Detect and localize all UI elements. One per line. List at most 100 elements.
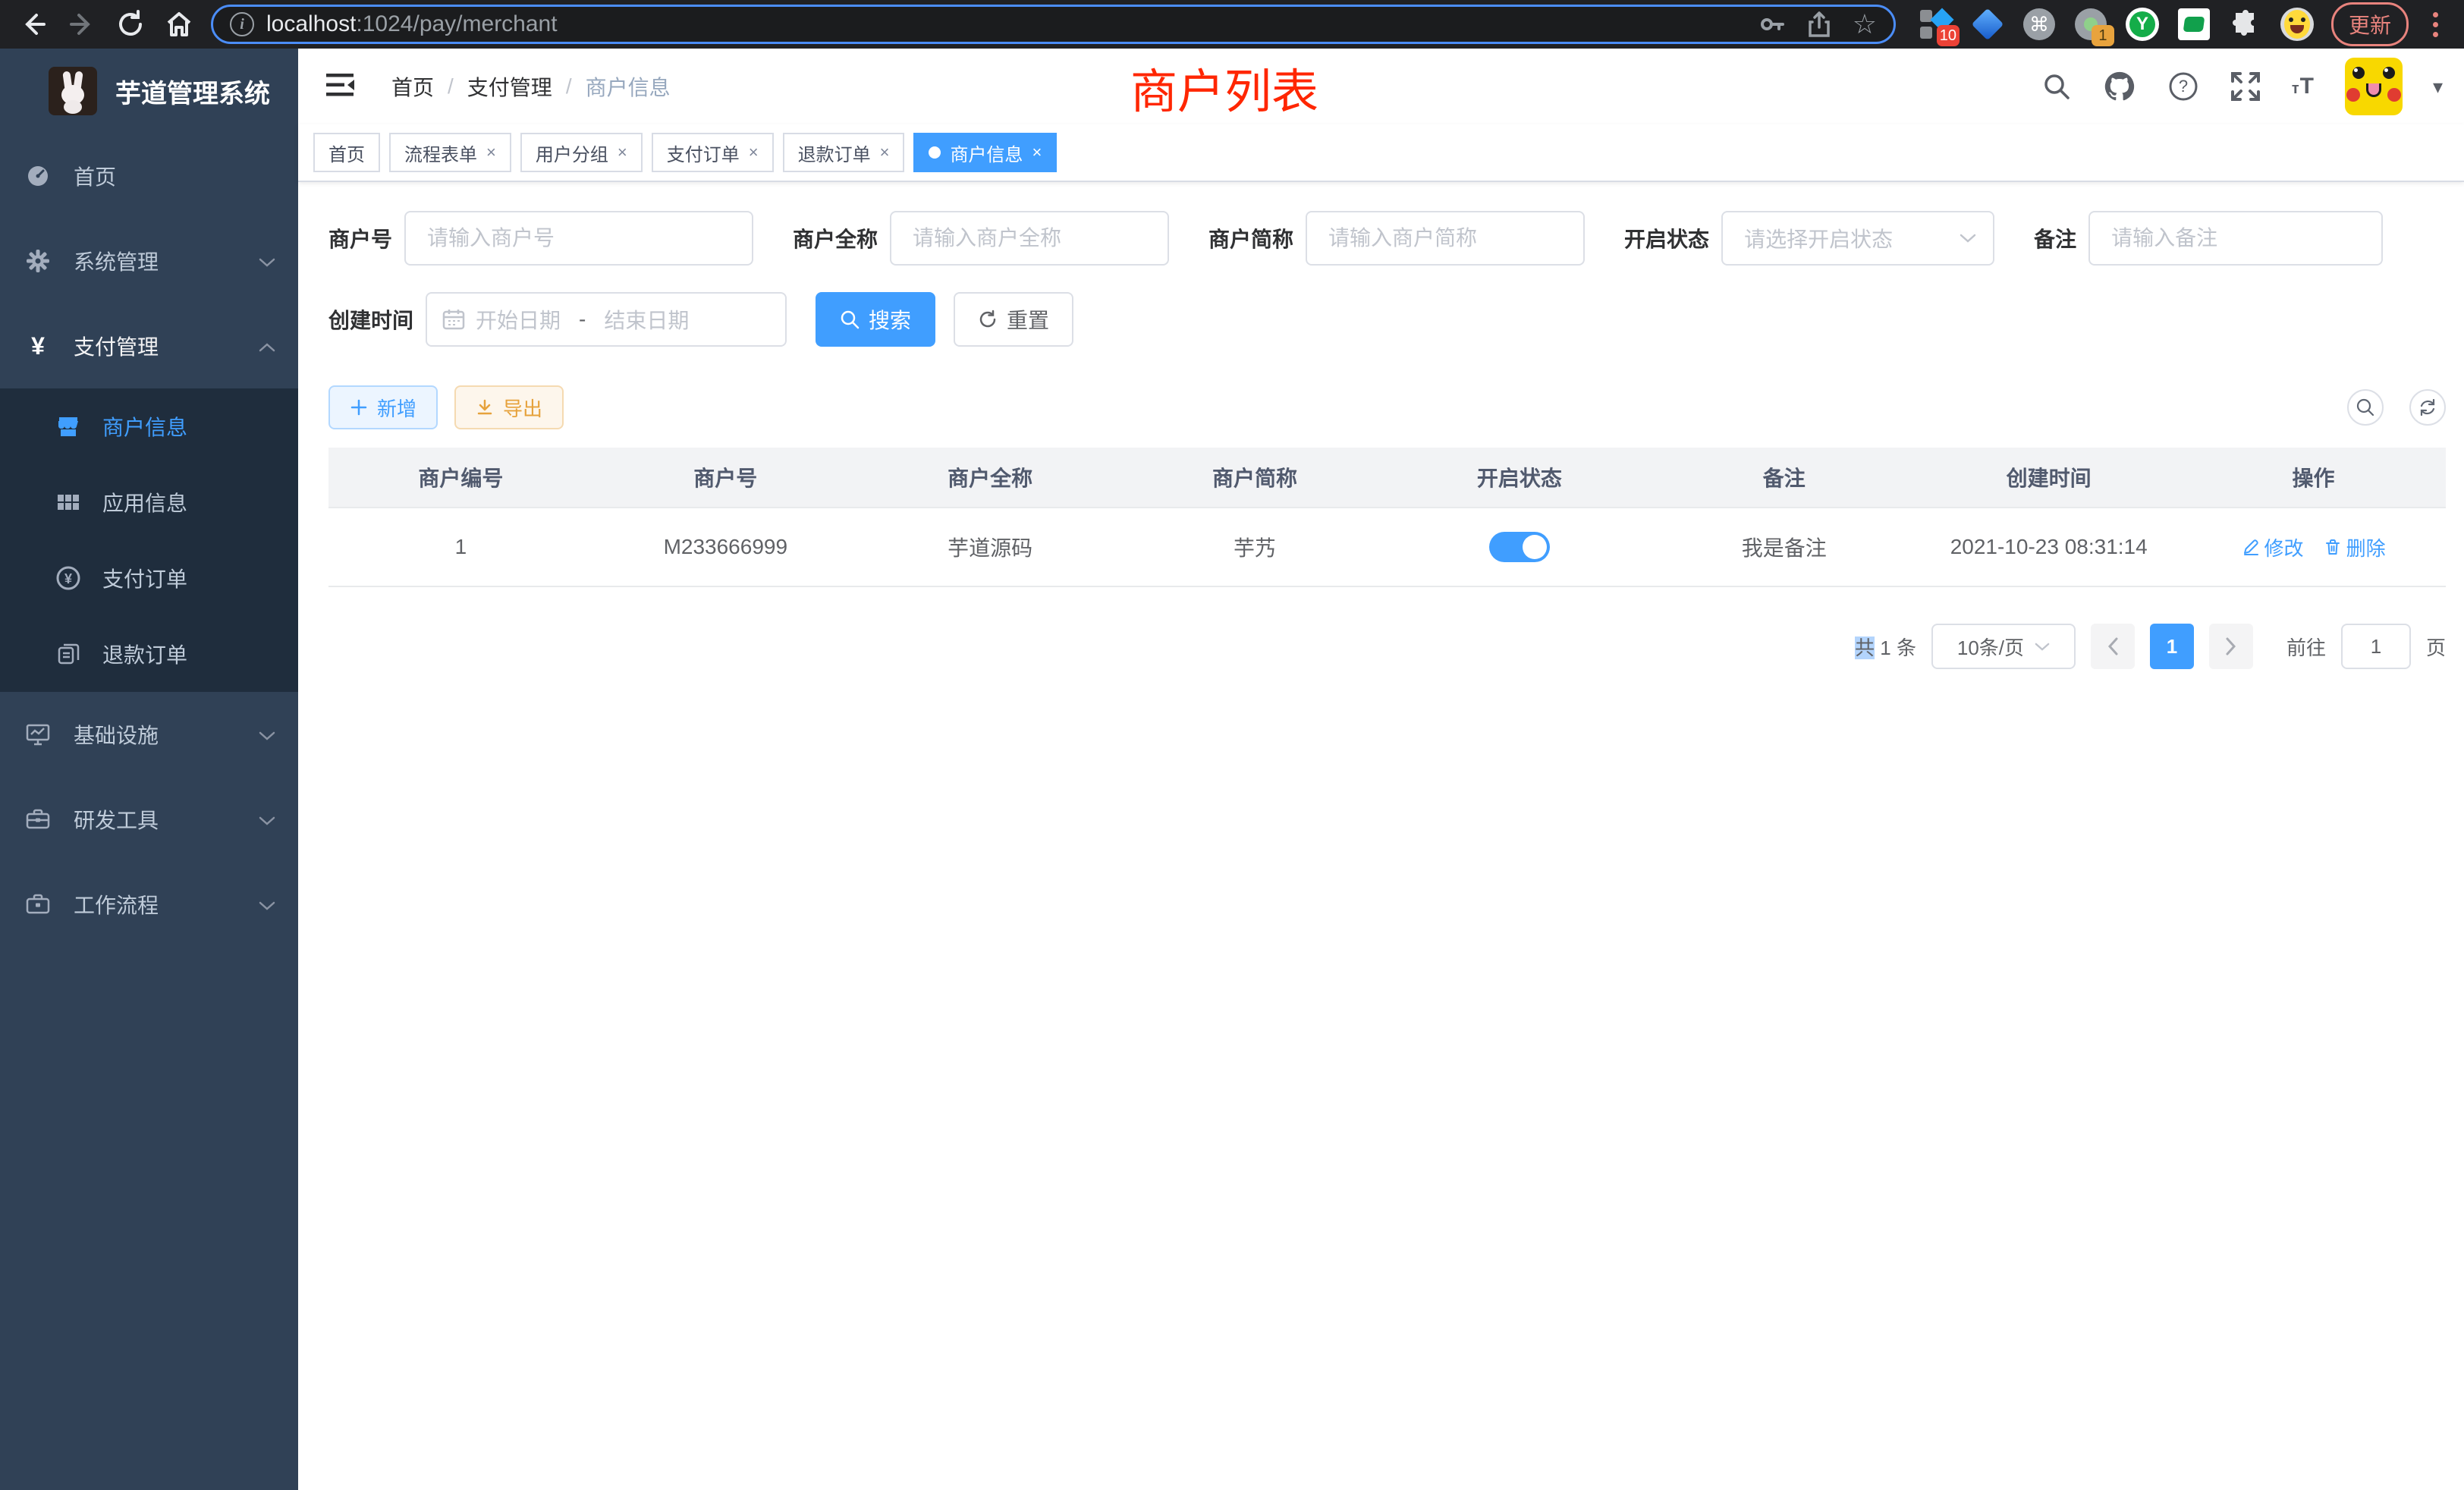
site-info-icon[interactable]: i xyxy=(230,12,254,36)
browser-update-button[interactable]: 更新 xyxy=(2331,2,2409,46)
pagination: 共 1 条 10条/页 1 前往 页 xyxy=(328,624,2446,669)
extension-chat-icon[interactable] xyxy=(2176,7,2211,42)
avatar-caret-icon[interactable]: ▾ xyxy=(2433,75,2443,99)
status-select[interactable]: 请选择开启状态 xyxy=(1721,211,1994,266)
sidebar: 芋道管理系统 首页 系统管理 ¥ 支付管理 xyxy=(0,49,298,1490)
edit-link[interactable]: 修改 xyxy=(2242,533,2304,561)
extension-blocks-icon[interactable]: 10 xyxy=(1919,7,1953,42)
refresh-icon xyxy=(978,310,998,329)
goto-label: 前往 xyxy=(2286,633,2326,661)
export-button[interactable]: 导出 xyxy=(454,385,564,429)
url-bar[interactable]: i localhost:1024/pay/merchant ☆ xyxy=(211,5,1896,44)
sidebar-item-label: 支付订单 xyxy=(102,563,187,593)
fullscreen-icon[interactable] xyxy=(2230,71,2261,102)
table-refresh-button[interactable] xyxy=(2409,389,2446,426)
tab-process-form[interactable]: 流程表单× xyxy=(389,133,511,172)
dashboard-icon xyxy=(25,164,51,188)
close-icon[interactable]: × xyxy=(618,143,627,162)
remark-label: 备注 xyxy=(2034,223,2076,253)
share-icon[interactable] xyxy=(1806,11,1833,38)
sidebar-item-payment[interactable]: ¥ 支付管理 xyxy=(0,303,298,388)
sidebar-collapse-button[interactable] xyxy=(325,72,355,102)
yen-icon: ¥ xyxy=(25,334,51,358)
chevron-down-icon xyxy=(259,249,275,273)
next-page-button[interactable] xyxy=(2209,624,2253,669)
sidebar-logo[interactable]: 芋道管理系统 xyxy=(0,49,298,134)
sidebar-item-workflow[interactable]: 工作流程 xyxy=(0,862,298,947)
extension-kite-icon[interactable] xyxy=(1970,7,2005,42)
short-name-input[interactable] xyxy=(1306,211,1585,266)
header-search-icon[interactable] xyxy=(2041,71,2072,102)
reset-button[interactable]: 重置 xyxy=(954,292,1073,347)
extensions-puzzle-icon[interactable] xyxy=(2228,7,2263,42)
url-host: localhost xyxy=(266,11,356,36)
sidebar-item-devtools[interactable]: 研发工具 xyxy=(0,777,298,862)
col-remark: 备注 xyxy=(1652,448,1916,507)
status-toggle[interactable] xyxy=(1489,532,1550,562)
bookmark-star-icon[interactable]: ☆ xyxy=(1853,11,1877,38)
reload-icon xyxy=(115,9,146,39)
browser-home-button[interactable] xyxy=(158,3,200,46)
col-merchant-id: 商户编号 xyxy=(328,448,593,507)
tab-merchant-info[interactable]: 商户信息× xyxy=(913,133,1057,172)
sidebar-item-label: 基础设施 xyxy=(74,719,259,750)
browser-profile-avatar[interactable] xyxy=(2280,7,2315,42)
close-icon[interactable]: × xyxy=(880,143,890,162)
sidebar-item-app-info[interactable]: 应用信息 xyxy=(0,464,298,540)
font-size-icon[interactable]: тT xyxy=(2292,74,2315,99)
sidebar-item-pay-order[interactable]: ¥ 支付订单 xyxy=(0,540,298,616)
full-name-input[interactable] xyxy=(890,211,1169,266)
breadcrumb-home[interactable]: 首页 xyxy=(391,71,434,102)
sidebar-item-refund-order[interactable]: 退款订单 xyxy=(0,616,298,692)
extension-y-icon[interactable]: Y xyxy=(2125,7,2160,42)
main-area: 商户列表 首页 / 支付管理 / 商户信息 xyxy=(298,49,2464,1490)
col-status: 开启状态 xyxy=(1388,448,1652,507)
browser-back-button[interactable] xyxy=(12,3,55,46)
cell-create-time: 2021-10-23 08:31:14 xyxy=(1916,508,2181,586)
yen-circle-icon: ¥ xyxy=(55,565,81,591)
help-icon[interactable]: ? xyxy=(2167,71,2199,102)
merchant-no-input[interactable] xyxy=(404,211,753,266)
remark-input[interactable] xyxy=(2088,211,2383,266)
tab-user-group[interactable]: 用户分组× xyxy=(520,133,643,172)
close-icon[interactable]: × xyxy=(749,143,759,162)
browser-reload-button[interactable] xyxy=(109,3,152,46)
extension-recorder-icon[interactable]: 1 xyxy=(2073,7,2108,42)
sidebar-item-home[interactable]: 首页 xyxy=(0,134,298,218)
chevron-down-icon xyxy=(2035,642,2050,652)
browser-menu-icon[interactable] xyxy=(2425,12,2446,37)
search-button[interactable]: 搜索 xyxy=(816,292,935,347)
close-icon[interactable]: × xyxy=(1032,143,1042,162)
create-time-label: 创建时间 xyxy=(328,304,413,335)
tab-home[interactable]: 首页 xyxy=(313,133,380,172)
tab-refund-order[interactable]: 退款订单× xyxy=(783,133,905,172)
extension-command-icon[interactable]: ⌘ xyxy=(2022,7,2057,42)
chevron-up-icon xyxy=(259,334,275,358)
date-range-input[interactable]: 开始日期 - 结束日期 xyxy=(426,292,787,347)
delete-link[interactable]: 删除 xyxy=(2324,533,2386,561)
browser-forward-button[interactable] xyxy=(61,3,103,46)
sidebar-item-system[interactable]: 系统管理 xyxy=(0,218,298,303)
page-number-1[interactable]: 1 xyxy=(2150,624,2194,669)
add-button[interactable]: 新增 xyxy=(328,385,438,429)
extension-badge: 10 xyxy=(1937,25,1960,46)
table-search-toggle-button[interactable] xyxy=(2347,389,2384,426)
sidebar-item-label: 工作流程 xyxy=(74,889,259,919)
tab-pay-order[interactable]: 支付订单× xyxy=(652,133,774,172)
trash-icon xyxy=(2324,538,2342,556)
search-icon xyxy=(2356,398,2375,417)
user-avatar[interactable] xyxy=(2345,58,2403,115)
sidebar-item-infra[interactable]: 基础设施 xyxy=(0,692,298,777)
filter-row-1: 商户号 商户全称 商户简称 开启状态 请选择开启状态 xyxy=(328,211,2446,266)
page-size-select[interactable]: 10条/页 xyxy=(1931,624,2076,669)
sidebar-item-merchant-info[interactable]: 商户信息 xyxy=(0,388,298,464)
github-icon[interactable] xyxy=(2102,69,2137,104)
total-count: 共 1 条 xyxy=(1855,633,1916,661)
merchant-no-label: 商户号 xyxy=(328,223,392,253)
breadcrumb-payment[interactable]: 支付管理 xyxy=(467,71,552,102)
password-key-icon[interactable] xyxy=(1758,11,1786,38)
goto-page-input[interactable] xyxy=(2341,624,2411,669)
prev-page-button[interactable] xyxy=(2091,624,2135,669)
close-icon[interactable]: × xyxy=(486,143,496,162)
back-icon xyxy=(18,9,49,39)
